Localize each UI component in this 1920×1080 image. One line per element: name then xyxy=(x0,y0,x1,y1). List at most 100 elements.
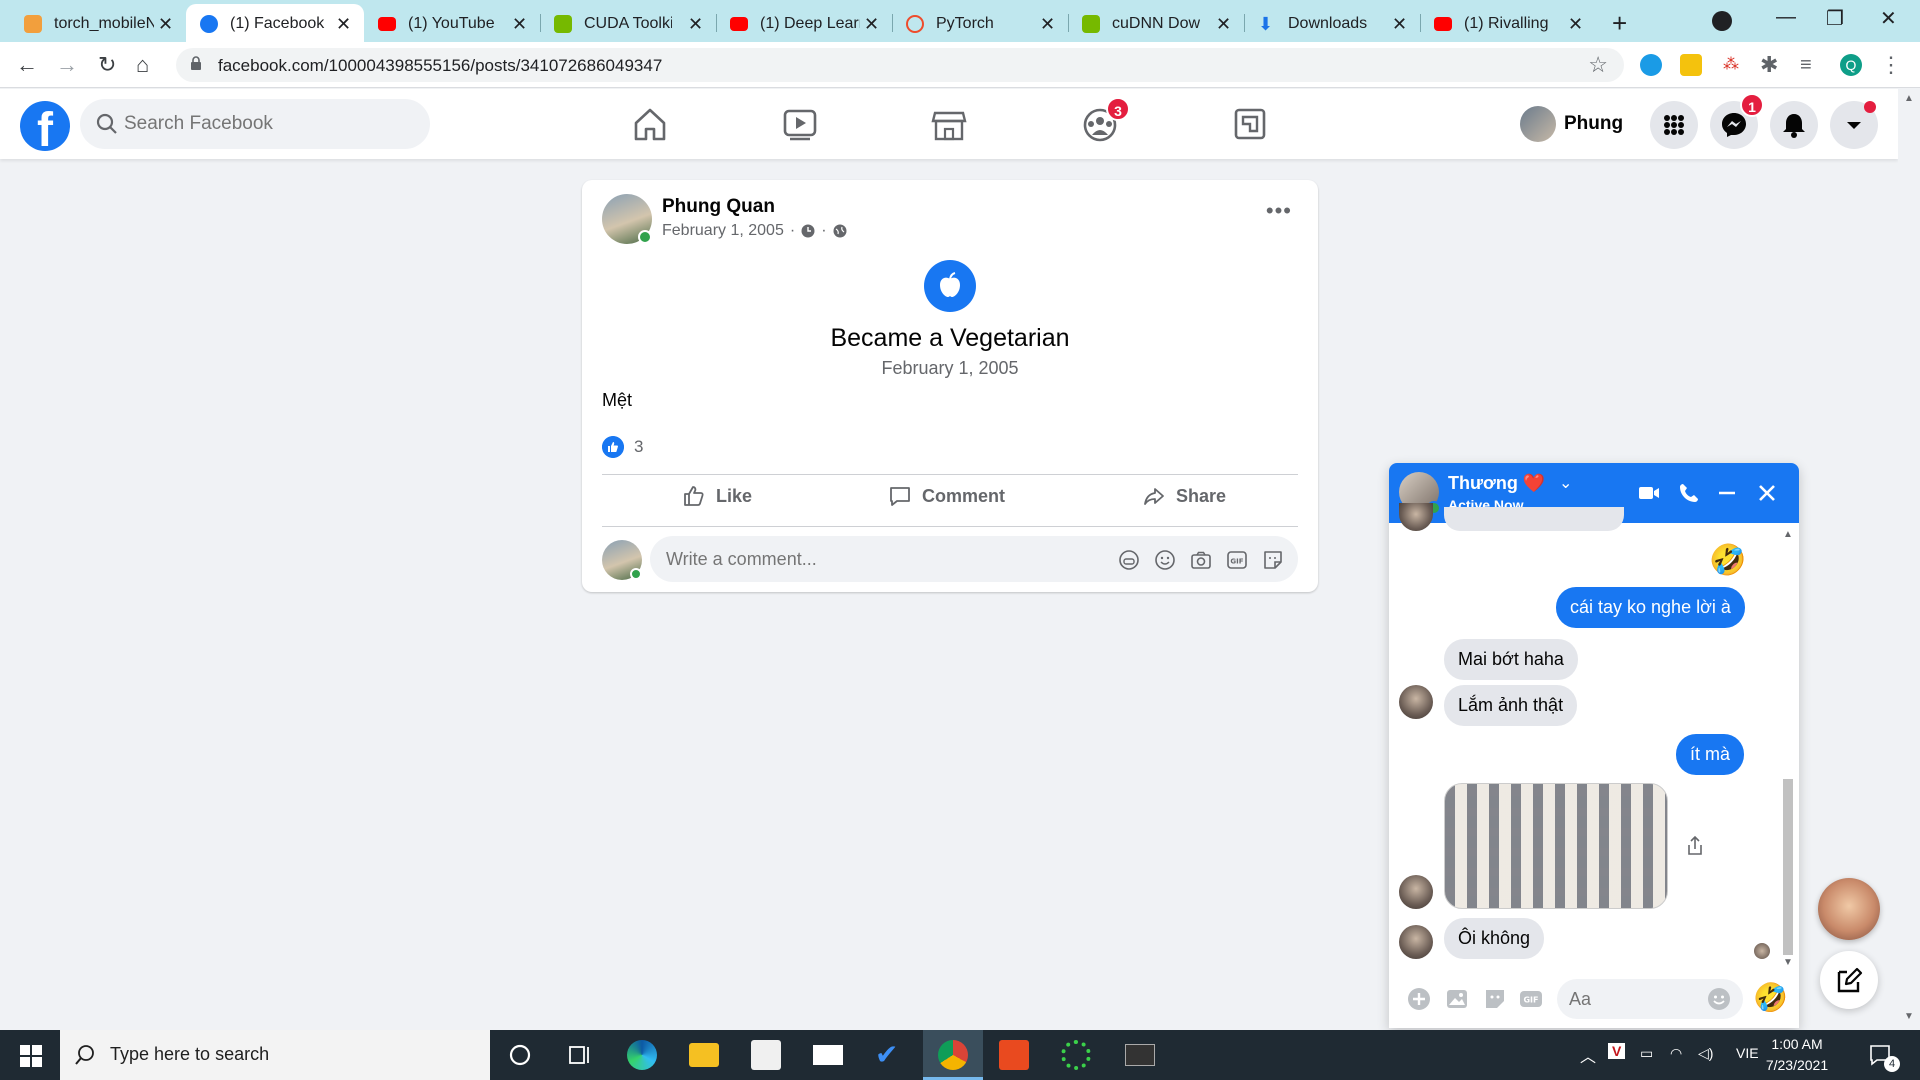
minimize-icon[interactable]: — xyxy=(1776,6,1796,29)
comment-input[interactable] xyxy=(666,546,1106,572)
search-box[interactable] xyxy=(80,99,430,149)
battery-icon[interactable]: ▭ xyxy=(1640,1045,1653,1062)
chevron-down-icon[interactable]: ⌄ xyxy=(1559,473,1572,493)
more-options-icon[interactable]: ••• xyxy=(1266,198,1292,224)
message-bubble-received[interactable]: Ôi không xyxy=(1444,918,1545,959)
profile-avatar[interactable]: Q xyxy=(1840,54,1862,76)
share-photo-icon[interactable] xyxy=(1685,835,1705,857)
image-icon[interactable] xyxy=(1445,987,1469,1011)
message-box[interactable] xyxy=(1557,979,1743,1019)
page-scrollbar[interactable]: ▲ ▼ xyxy=(1898,89,1920,1030)
close-icon[interactable]: ✕ xyxy=(1568,14,1583,35)
gif-icon[interactable]: GIF xyxy=(1226,549,1248,571)
url-text[interactable]: facebook.com/100004398555156/posts/34107… xyxy=(218,56,662,76)
terminal-icon[interactable] xyxy=(1125,1044,1155,1066)
taskbar-chrome-active[interactable] xyxy=(923,1030,983,1080)
url-bar[interactable]: facebook.com/100004398555156/posts/34107… xyxy=(176,48,1624,82)
share-button[interactable]: Share xyxy=(1142,476,1226,516)
tab-downloads[interactable]: ⬇ Downloads ✕ xyxy=(1244,4,1420,42)
office-icon[interactable] xyxy=(999,1040,1029,1070)
chat-head-avatar[interactable] xyxy=(1818,878,1880,940)
reaction-summary[interactable]: 3 xyxy=(602,436,643,458)
extension-icon[interactable] xyxy=(1640,54,1662,76)
phone-icon[interactable] xyxy=(1677,481,1701,505)
video-call-icon[interactable] xyxy=(1637,481,1661,505)
tab-search-icon[interactable] xyxy=(1712,11,1732,31)
plus-circle-icon[interactable] xyxy=(1407,987,1431,1011)
task-view-icon[interactable] xyxy=(565,1040,595,1070)
gif-icon[interactable]: GIF xyxy=(1519,987,1543,1011)
facebook-logo[interactable]: f xyxy=(20,101,70,151)
forward-arrow-icon[interactable]: → xyxy=(56,52,78,78)
sticker-icon[interactable] xyxy=(1483,987,1507,1011)
media-icon[interactable]: ≡ xyxy=(1800,54,1822,76)
message-bubble-received[interactable]: Mai bớt haha xyxy=(1444,639,1578,680)
system-clock[interactable]: 1:00 AM 7/23/2021 xyxy=(1752,1034,1842,1076)
scroll-thumb[interactable] xyxy=(1783,779,1793,955)
tab-facebook[interactable]: (1) Facebook ✕ xyxy=(186,4,364,42)
close-icon[interactable]: ✕ xyxy=(1392,14,1407,35)
message-input[interactable] xyxy=(1569,987,1699,1011)
extension-icon[interactable]: ⁂ xyxy=(1720,54,1742,76)
tab-cuda-toolkit[interactable]: CUDA Toolkit ✕ xyxy=(540,4,716,42)
chevron-up-icon[interactable]: ︿ xyxy=(1580,1043,1596,1067)
bookmark-star-icon[interactable]: ☆ xyxy=(1588,52,1608,78)
scroll-up-icon[interactable]: ▲ xyxy=(1904,93,1914,104)
file-explorer-icon[interactable] xyxy=(689,1043,719,1067)
emoji-icon[interactable] xyxy=(1154,549,1176,571)
marketplace-icon[interactable] xyxy=(929,105,969,143)
new-tab-plus-icon[interactable]: + xyxy=(1612,8,1627,39)
windows-start-icon[interactable] xyxy=(20,1045,42,1067)
post-author[interactable]: Phung Quan xyxy=(662,196,775,218)
close-icon[interactable]: ✕ xyxy=(336,14,351,35)
quick-reaction-emoji-icon[interactable]: 🤣 xyxy=(1753,981,1788,1014)
close-icon[interactable]: ✕ xyxy=(158,14,173,35)
message-bubble-sent[interactable]: cái tay ko nghe lời à xyxy=(1556,587,1745,628)
close-icon[interactable] xyxy=(1755,481,1779,505)
todo-check-icon[interactable]: ✔ xyxy=(875,1040,905,1070)
tab-cudnn[interactable]: cuDNN Downl ✕ xyxy=(1068,4,1244,42)
scroll-down-icon[interactable]: ▼ xyxy=(1783,957,1793,968)
contact-name[interactable]: Thương ❤️ xyxy=(1448,473,1545,494)
reload-icon[interactable]: ↻ xyxy=(98,52,116,78)
mail-icon[interactable] xyxy=(813,1045,843,1065)
cortana-icon[interactable] xyxy=(505,1040,535,1070)
scroll-up-icon[interactable]: ▲ xyxy=(1783,529,1793,540)
notifications-button[interactable] xyxy=(1770,101,1818,149)
wifi-icon[interactable]: ◠ xyxy=(1670,1045,1682,1062)
tab-torch-mobile[interactable]: torch_mobileN ✕ xyxy=(0,4,186,42)
comment-box[interactable]: GIF xyxy=(650,536,1298,582)
sticker-icon[interactable] xyxy=(1262,549,1284,571)
minimize-icon[interactable] xyxy=(1715,481,1739,505)
volume-icon[interactable]: ◁) xyxy=(1698,1045,1713,1062)
close-icon[interactable]: ✕ xyxy=(864,14,879,35)
close-icon[interactable]: ✕ xyxy=(688,14,703,35)
taskbar-search[interactable]: Type here to search xyxy=(60,1030,490,1080)
scroll-down-icon[interactable]: ▼ xyxy=(1904,1011,1914,1022)
tab-rivalling[interactable]: (1) Rivalling W ✕ xyxy=(1420,4,1596,42)
loading-app-icon[interactable] xyxy=(1061,1040,1091,1070)
gaming-icon[interactable] xyxy=(1230,105,1270,143)
home-icon[interactable] xyxy=(630,105,670,143)
profile-chip[interactable]: Phung xyxy=(1520,103,1623,145)
edge-icon[interactable] xyxy=(627,1040,657,1070)
restore-icon[interactable]: ❐ xyxy=(1826,6,1844,31)
search-input[interactable] xyxy=(124,109,414,139)
like-button[interactable]: Like xyxy=(682,476,752,516)
avatar-sticker-icon[interactable] xyxy=(1118,549,1140,571)
tab-youtube[interactable]: (1) YouTube ✕ xyxy=(364,4,540,42)
close-icon[interactable]: ✕ xyxy=(1040,14,1055,35)
tab-deep-learning[interactable]: (1) Deep Learn ✕ xyxy=(716,4,892,42)
message-bubble-sent[interactable]: ít mà xyxy=(1676,734,1745,775)
camera-icon[interactable] xyxy=(1190,549,1212,571)
puzzle-icon[interactable]: ✱ xyxy=(1760,54,1782,76)
store-icon[interactable] xyxy=(751,1040,781,1070)
back-arrow-icon[interactable]: ← xyxy=(16,52,38,78)
menu-button[interactable] xyxy=(1650,101,1698,149)
chat-scrollbar[interactable]: ▲ ▼ xyxy=(1781,529,1795,969)
message-bubble-received[interactable]: Lắm ảnh thật xyxy=(1444,685,1578,726)
antivirus-icon[interactable]: V xyxy=(1608,1043,1626,1059)
kebab-menu-icon[interactable]: ⋮ xyxy=(1880,54,1902,76)
close-icon[interactable]: ✕ xyxy=(1216,14,1231,35)
emoji-icon[interactable] xyxy=(1707,987,1731,1011)
